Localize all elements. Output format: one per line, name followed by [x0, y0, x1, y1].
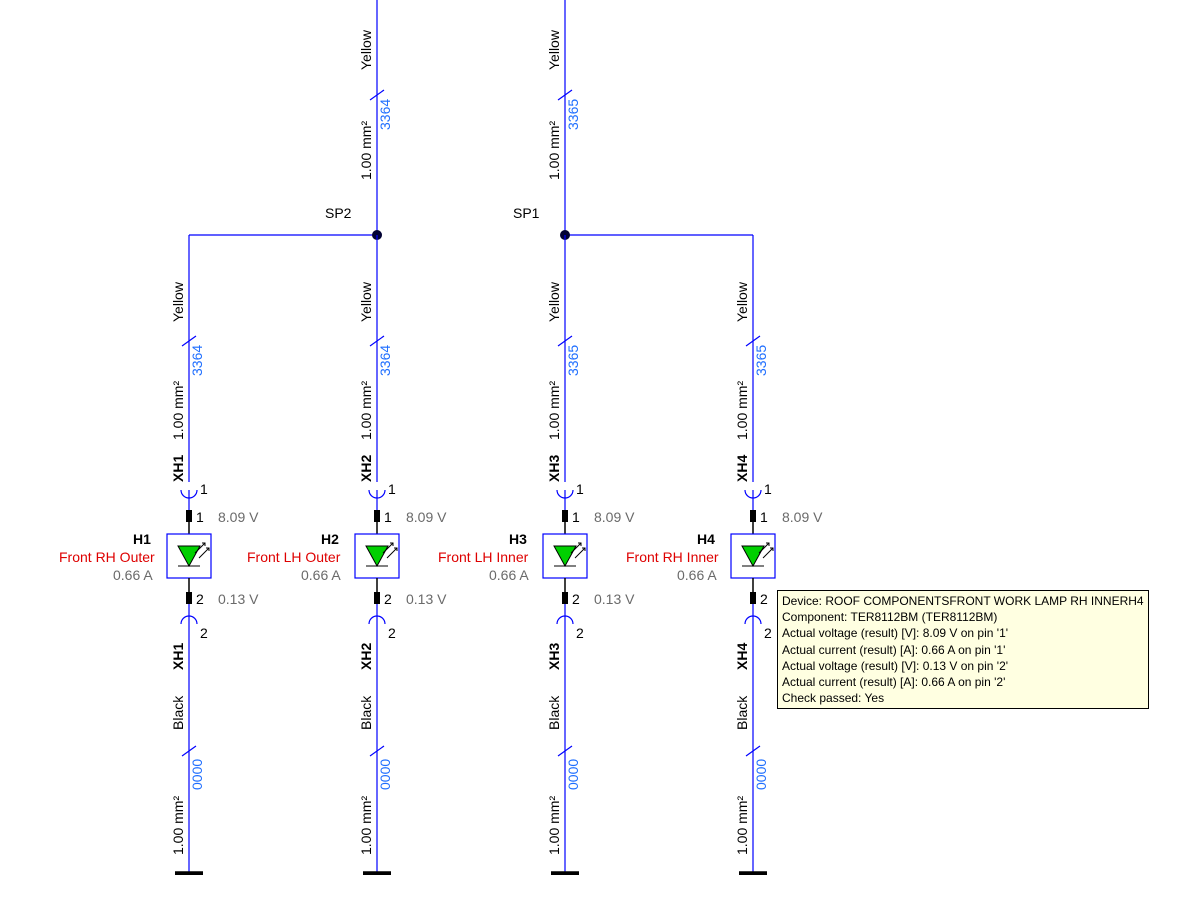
svg-text:1: 1: [760, 509, 768, 525]
svg-text:1: 1: [764, 481, 772, 497]
svg-text:3365: 3365: [753, 345, 769, 376]
svg-text:H3: H3: [509, 531, 527, 547]
top-wire-left-gauge: 1.00 mm²: [358, 121, 374, 180]
tooltip-line: Actual voltage (result) [V]: 8.09 V on p…: [782, 625, 1144, 641]
top-wire-right[interactable]: Yellow 3365 1.00 mm²: [546, 0, 581, 235]
svg-text:2: 2: [196, 591, 204, 607]
ground-1: [175, 872, 203, 875]
svg-text:0.66 A: 0.66 A: [301, 567, 341, 583]
svg-text:2: 2: [572, 591, 580, 607]
svg-text:Front RH Inner: Front RH Inner: [626, 549, 719, 565]
svg-text:0.13 V: 0.13 V: [218, 591, 259, 607]
svg-text:2: 2: [576, 625, 584, 641]
top-wire-left[interactable]: Yellow 3364 1.00 mm²: [358, 0, 393, 235]
device-h4[interactable]: [731, 534, 775, 578]
splice-sp1-label: SP1: [513, 205, 540, 221]
ground-2: [363, 872, 391, 875]
svg-text:0000: 0000: [377, 759, 393, 790]
top-wire-right-id: 3365: [565, 99, 581, 130]
svg-text:H1: H1: [133, 531, 151, 547]
branch-1[interactable]: Yellow 3364 1.00 mm² XH1 1 1 8.09 V H1 F…: [59, 235, 259, 875]
svg-text:2: 2: [384, 591, 392, 607]
svg-text:1: 1: [388, 481, 396, 497]
svg-text:Yellow: Yellow: [546, 281, 562, 322]
svg-text:0.13 V: 0.13 V: [594, 591, 635, 607]
svg-text:1.00 mm²: 1.00 mm²: [358, 381, 374, 440]
branch-3[interactable]: Yellow 3365 1.00 mm² XH3 1 1 8.09 V H3 F…: [438, 235, 635, 875]
svg-text:1: 1: [200, 481, 208, 497]
svg-text:1.00 mm²: 1.00 mm²: [734, 381, 750, 440]
top-wire-left-color: Yellow: [358, 29, 374, 70]
svg-text:1: 1: [384, 509, 392, 525]
svg-text:Front RH Outer: Front RH Outer: [59, 549, 155, 565]
svg-text:XH2: XH2: [358, 643, 374, 670]
svg-text:XH3: XH3: [546, 643, 562, 670]
svg-text:H4: H4: [697, 531, 715, 547]
svg-text:1: 1: [576, 481, 584, 497]
top-wire-left-id: 3364: [377, 99, 393, 130]
wiring-diagram[interactable]: Yellow 3364 1.00 mm² Yellow 3365 1.00 mm…: [0, 0, 1192, 898]
device-tooltip: Device: ROOF COMPONENTSFRONT WORK LAMP R…: [777, 590, 1149, 709]
device-h1[interactable]: [167, 534, 211, 578]
splice-sp2-label: SP2: [325, 205, 352, 221]
svg-text:3365: 3365: [565, 345, 581, 376]
svg-text:XH3: XH3: [546, 455, 562, 482]
svg-text:1.00 mm²: 1.00 mm²: [546, 381, 562, 440]
svg-text:0.66 A: 0.66 A: [113, 567, 153, 583]
svg-text:XH1: XH1: [170, 455, 186, 482]
svg-text:0000: 0000: [189, 759, 205, 790]
svg-text:2: 2: [200, 625, 208, 641]
svg-text:2: 2: [760, 591, 768, 607]
svg-text:1.00 mm²: 1.00 mm²: [358, 796, 374, 855]
svg-text:XH2: XH2: [358, 455, 374, 482]
svg-text:XH1: XH1: [170, 643, 186, 670]
device-h3[interactable]: [543, 534, 587, 578]
top-wire-right-color: Yellow: [546, 29, 562, 70]
svg-text:Yellow: Yellow: [170, 281, 186, 322]
svg-text:0000: 0000: [753, 759, 769, 790]
tooltip-line: Actual current (result) [A]: 0.66 A on p…: [782, 642, 1144, 658]
svg-text:0000: 0000: [565, 759, 581, 790]
svg-text:8.09 V: 8.09 V: [406, 509, 447, 525]
svg-text:8.09 V: 8.09 V: [218, 509, 259, 525]
device-h2[interactable]: [355, 534, 399, 578]
svg-text:2: 2: [388, 625, 396, 641]
svg-text:2: 2: [764, 625, 772, 641]
svg-text:1: 1: [196, 509, 204, 525]
svg-text:3364: 3364: [377, 345, 393, 376]
svg-text:Black: Black: [170, 695, 186, 730]
svg-text:1.00 mm²: 1.00 mm²: [734, 796, 750, 855]
svg-text:1.00 mm²: 1.00 mm²: [170, 796, 186, 855]
svg-text:Black: Black: [546, 695, 562, 730]
svg-text:1: 1: [572, 509, 580, 525]
svg-text:8.09 V: 8.09 V: [594, 509, 635, 525]
svg-text:Front LH Inner: Front LH Inner: [438, 549, 529, 565]
svg-text:1.00 mm²: 1.00 mm²: [546, 796, 562, 855]
svg-text:Yellow: Yellow: [358, 281, 374, 322]
ground-4: [739, 872, 767, 875]
branch-2[interactable]: Yellow 3364 1.00 mm² XH2 1 1 8.09 V H2 F…: [247, 235, 447, 875]
svg-text:Yellow: Yellow: [734, 281, 750, 322]
tooltip-line: Actual current (result) [A]: 0.66 A on p…: [782, 674, 1144, 690]
top-wire-right-gauge: 1.00 mm²: [546, 121, 562, 180]
svg-text:XH4: XH4: [734, 643, 750, 670]
svg-text:Black: Black: [358, 695, 374, 730]
svg-text:8.09 V: 8.09 V: [782, 509, 823, 525]
svg-text:0.13 V: 0.13 V: [406, 591, 447, 607]
branch-4[interactable]: Yellow 3365 1.00 mm² XH4 1 1 8.09 V H4 F…: [626, 235, 823, 875]
svg-text:XH4: XH4: [734, 455, 750, 482]
tooltip-line: Device: ROOF COMPONENTSFRONT WORK LAMP R…: [782, 593, 1144, 609]
svg-text:Front LH Outer: Front LH Outer: [247, 549, 341, 565]
tooltip-line: Component: TER8112BM (TER8112BM): [782, 609, 1144, 625]
ground-3: [551, 872, 579, 875]
svg-text:Black: Black: [734, 695, 750, 730]
svg-text:0.66 A: 0.66 A: [489, 567, 529, 583]
svg-text:H2: H2: [321, 531, 339, 547]
svg-text:3364: 3364: [189, 345, 205, 376]
svg-text:1.00 mm²: 1.00 mm²: [170, 381, 186, 440]
tooltip-line: Actual voltage (result) [V]: 0.13 V on p…: [782, 658, 1144, 674]
svg-text:0.66 A: 0.66 A: [677, 567, 717, 583]
tooltip-line: Check passed: Yes: [782, 690, 1144, 706]
